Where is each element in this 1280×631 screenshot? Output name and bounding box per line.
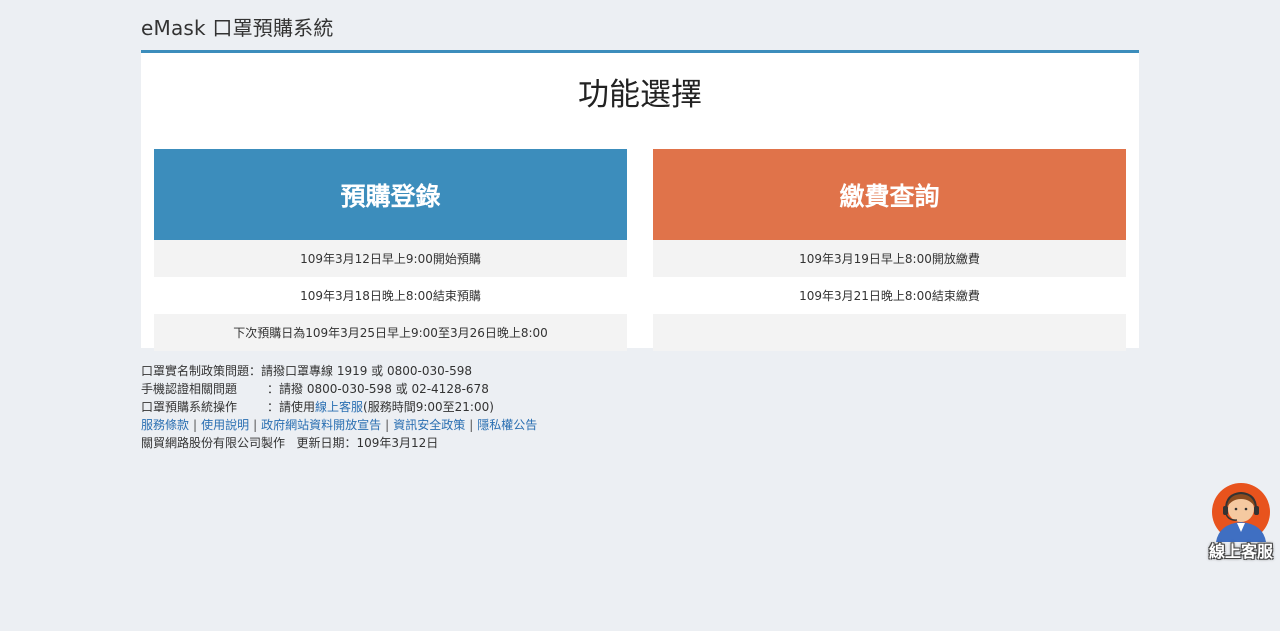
maker-text: 關貿網路股份有限公司製作: [141, 436, 286, 450]
panel-heading: 功能選擇: [578, 77, 702, 113]
footer-separator: |: [253, 418, 258, 432]
security-policy-link[interactable]: 資訊安全政策: [393, 418, 465, 432]
phone-contact-line: 手機認證相關問題 ：請撥 0800-030-598 或 02-4128-678: [141, 380, 537, 398]
maker-line: 關貿網路股份有限公司製作 更新日期：109年3月12日: [141, 434, 537, 452]
payment-info-row: [653, 314, 1126, 351]
usage-guide-link[interactable]: 使用說明: [201, 418, 249, 432]
system-contact-label: 口罩預購系統操作: [141, 400, 238, 414]
terms-link[interactable]: 服務條款: [141, 418, 189, 432]
footer: 口罩實名制政策問題：請撥口罩專線 1919 或 0800-030-598 手機認…: [141, 362, 537, 452]
preorder-button[interactable]: 預購登錄: [154, 149, 627, 240]
payment-card: 繳費查詢 109年3月19日早上8:00開放繳費 109年3月21日晚上8:00…: [653, 149, 1126, 351]
preorder-info-row: 109年3月12日早上9:00開始預購: [154, 240, 627, 277]
privacy-notice-link[interactable]: 隱私權公告: [477, 418, 537, 432]
phone-contact-text: ：請撥 0800-030-598 或 02-4128-678: [267, 382, 489, 396]
online-support-widget[interactable]: 線上客服: [1203, 480, 1279, 562]
payment-query-button[interactable]: 繳費查詢: [653, 149, 1126, 240]
online-support-label: 線上客服: [1208, 542, 1273, 561]
preorder-info-row: 109年3月18日晚上8:00結束預購: [300, 289, 481, 303]
function-panel: 功能選擇 預購登錄 109年3月12日早上9:00開始預購 109年3月18日晚…: [141, 50, 1139, 351]
online-support-link[interactable]: 線上客服: [315, 400, 363, 414]
payment-info-row: 109年3月21日晚上8:00結束繳費: [799, 289, 980, 303]
footer-links: 服務條款 | 使用說明 | 政府網站資料開放宣告 | 資訊安全政策 | 隱私權公告: [141, 416, 537, 434]
system-contact-prefix: ：請使用: [267, 400, 316, 414]
update-date: 更新日期：109年3月12日: [296, 436, 439, 450]
footer-separator: |: [385, 418, 390, 432]
policy-contact-text: ：請撥口罩專線 1919 或 0800-030-598: [249, 364, 473, 378]
footer-separator: |: [193, 418, 198, 432]
policy-contact-line: 口罩實名制政策問題：請撥口罩專線 1919 或 0800-030-598: [141, 362, 537, 380]
system-contact-hours: (服務時間9:00至21:00): [363, 400, 494, 414]
policy-contact-label: 口罩實名制政策問題: [141, 364, 250, 378]
site-title: eMask 口罩預購系統: [141, 16, 334, 40]
footer-separator: |: [469, 418, 474, 432]
preorder-info-row: 下次預購日為109年3月25日早上9:00至3月26日晚上8:00: [154, 314, 627, 351]
customer-service-agent-icon: [1212, 483, 1270, 542]
system-contact-line: 口罩預購系統操作 ：請使用線上客服(服務時間9:00至21:00): [141, 398, 537, 416]
preorder-card: 預購登錄 109年3月12日早上9:00開始預購 109年3月18日晚上8:00…: [154, 149, 627, 351]
payment-info-row: 109年3月19日早上8:00開放繳費: [653, 240, 1126, 277]
phone-contact-label: 手機認證相關問題: [141, 382, 238, 396]
open-data-declaration-link[interactable]: 政府網站資料開放宣告: [261, 418, 381, 432]
